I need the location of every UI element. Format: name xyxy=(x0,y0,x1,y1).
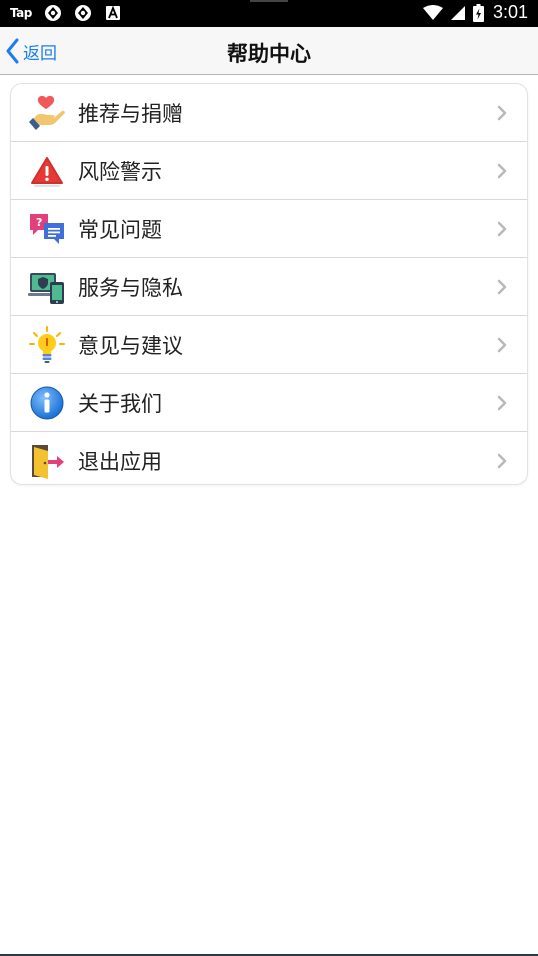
exit-door-icon xyxy=(32,444,64,479)
warning-icon xyxy=(31,156,63,187)
sync-icon xyxy=(44,5,61,21)
menu-item-service-privacy[interactable]: 服务与隐私 xyxy=(11,258,527,316)
faq-chat-icon: ? xyxy=(30,213,64,244)
menu-item-label: 退出应用 xyxy=(78,449,162,474)
battery-icon xyxy=(472,3,484,22)
info-icon xyxy=(30,386,64,419)
chevron-right-icon xyxy=(497,395,507,411)
clock: 3:01 xyxy=(492,2,528,22)
font-icon xyxy=(105,5,120,20)
menu-item-label: 风险警示 xyxy=(78,159,162,184)
donate-heart-icon xyxy=(29,95,65,130)
menu-item-label: 服务与隐私 xyxy=(78,275,183,300)
menu-item-about[interactable]: 关于我们 xyxy=(11,374,527,432)
status-bar: Tap 3:01 xyxy=(0,0,538,27)
help-menu: 推荐与捐赠 风险警示 ? 常见问题 服务与隐私 意见与建议 关于我们 退出应用 xyxy=(10,83,528,485)
menu-item-feedback[interactable]: 意见与建议 xyxy=(11,316,527,374)
signal-icon xyxy=(450,5,465,20)
wifi-icon xyxy=(422,4,443,20)
menu-item-faq[interactable]: ? 常见问题 xyxy=(11,200,527,258)
chevron-right-icon xyxy=(497,279,507,295)
svg-text:?: ? xyxy=(36,216,42,229)
privacy-device-icon xyxy=(28,272,64,304)
menu-item-label: 常见问题 xyxy=(78,217,162,242)
chevron-right-icon xyxy=(497,221,507,237)
menu-item-label: 推荐与捐赠 xyxy=(78,101,183,126)
status-bar-left: Tap xyxy=(10,4,122,22)
status-bar-right: 3:01 xyxy=(422,2,528,23)
menu-item-risk-warning[interactable]: 风险警示 xyxy=(11,142,527,200)
nav-bar: 返回 帮助中心 xyxy=(0,27,538,75)
menu-item-label: 关于我们 xyxy=(78,391,162,416)
page-title: 帮助中心 xyxy=(227,42,311,66)
sync-icon xyxy=(74,5,91,21)
menu-item-donate[interactable]: 推荐与捐赠 xyxy=(11,84,527,142)
carrier-label: Tap xyxy=(10,6,32,20)
status-bar-notch xyxy=(250,0,288,2)
chevron-right-icon xyxy=(497,163,507,179)
menu-item-label: 意见与建议 xyxy=(78,333,183,358)
chevron-right-icon xyxy=(497,453,507,469)
chevron-right-icon xyxy=(497,105,507,121)
menu-item-exit[interactable]: 退出应用 xyxy=(11,432,527,484)
lightbulb-icon xyxy=(29,325,65,363)
chevron-right-icon xyxy=(497,337,507,353)
